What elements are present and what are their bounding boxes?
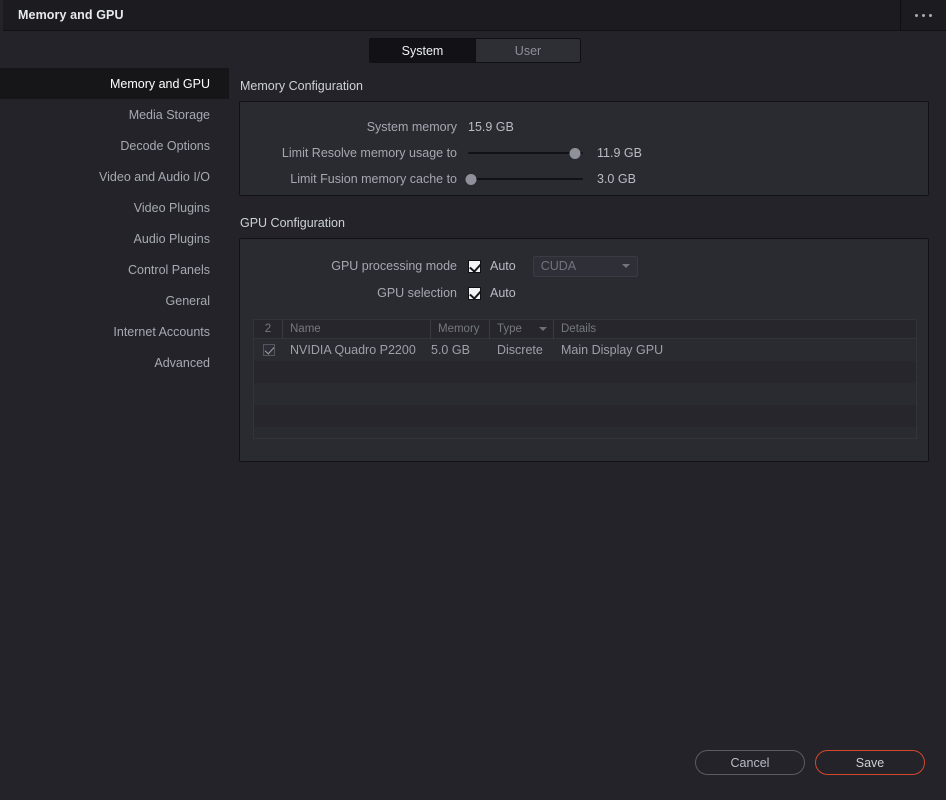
sort-chevron-down-icon	[539, 327, 547, 331]
gpu-table-header-type-label: Type	[497, 323, 522, 335]
ellipsis-dot	[922, 13, 925, 17]
chevron-down-icon	[621, 264, 630, 268]
tab-system[interactable]: System	[370, 39, 475, 62]
settings-content: Memory Configuration System memory 15.9 …	[229, 68, 946, 800]
sidebar-item-video-plugins[interactable]: Video Plugins	[0, 192, 229, 223]
table-row-empty	[254, 405, 916, 427]
slider-track	[468, 152, 583, 154]
fusion-memory-limit-row: Limit Fusion memory cache to 3.0 GB	[240, 166, 930, 192]
titlebar-left-edge	[0, 0, 3, 31]
gpu-row-name: NVIDIA Quadro P2200	[290, 343, 416, 357]
gpu-selection-row: GPU selection Auto	[240, 280, 930, 306]
system-memory-value: 15.9 GB	[468, 120, 514, 134]
gpu-selection-auto-checkbox[interactable]	[468, 286, 481, 300]
ellipsis-dot	[915, 13, 918, 17]
gpu-table-header-name[interactable]: Name	[283, 320, 431, 339]
gpu-configuration-panel: GPU processing mode Auto CUDA GPU select…	[239, 238, 929, 462]
gpu-table-header-type[interactable]: Type	[490, 320, 554, 339]
gpu-row-memory: 5.0 GB	[431, 343, 470, 357]
sidebar-item-video-and-audio-io[interactable]: Video and Audio I/O	[0, 161, 229, 192]
gpu-table-header-memory[interactable]: Memory	[431, 320, 490, 339]
gpu-table-header-details[interactable]: Details	[554, 320, 916, 339]
fusion-memory-limit-label: Limit Fusion memory cache to	[290, 172, 457, 186]
resolve-memory-slider[interactable]	[468, 146, 583, 160]
memory-configuration-title: Memory Configuration	[240, 79, 363, 93]
gpu-row-type: Discrete	[497, 343, 543, 357]
gpu-configuration-title: GPU Configuration	[240, 216, 345, 230]
slider-track	[468, 178, 583, 180]
table-row-empty	[254, 361, 916, 383]
gpu-table: 2 Name Memory Type Details NVIDIA Quadro…	[253, 319, 917, 439]
table-row-empty	[254, 427, 916, 438]
gpu-selection-auto-label: Auto	[490, 286, 516, 300]
resolve-memory-value: 11.9 GB	[597, 146, 642, 160]
sidebar-item-advanced[interactable]: Advanced	[0, 347, 229, 378]
tab-bar: System User	[0, 31, 946, 68]
table-row-empty	[254, 383, 916, 405]
resolve-memory-limit-label: Limit Resolve memory usage to	[281, 146, 457, 160]
ellipsis-dot	[929, 13, 932, 17]
fusion-memory-value: 3.0 GB	[597, 172, 636, 186]
settings-sidebar: Memory and GPU Media Storage Decode Opti…	[0, 68, 229, 800]
gpu-row-checkbox-cell[interactable]	[254, 339, 283, 361]
sidebar-item-media-storage[interactable]: Media Storage	[0, 99, 229, 130]
gpu-processing-mode-label: GPU processing mode	[331, 259, 457, 273]
gpu-processing-mode-row: GPU processing mode Auto CUDA	[240, 253, 930, 279]
slider-thumb[interactable]	[465, 173, 477, 185]
gpu-row-details: Main Display GPU	[561, 343, 664, 357]
window-titlebar: Memory and GPU	[0, 0, 946, 31]
gpu-selection-label: GPU selection	[377, 286, 457, 300]
sidebar-item-audio-plugins[interactable]: Audio Plugins	[0, 223, 229, 254]
sidebar-item-decode-options[interactable]: Decode Options	[0, 130, 229, 161]
gpu-processing-mode-auto-label: Auto	[490, 259, 516, 273]
slider-thumb[interactable]	[569, 147, 581, 159]
sidebar-item-general[interactable]: General	[0, 285, 229, 316]
fusion-memory-slider[interactable]	[465, 172, 583, 186]
gpu-row-checkbox[interactable]	[262, 344, 275, 356]
page-title: Memory and GPU	[18, 8, 124, 22]
system-memory-label: System memory	[366, 120, 457, 134]
memory-configuration-panel: System memory 15.9 GB Limit Resolve memo…	[239, 101, 929, 196]
sidebar-item-internet-accounts[interactable]: Internet Accounts	[0, 316, 229, 347]
dialog-footer: Cancel Save	[0, 732, 946, 800]
tab-user[interactable]: User	[475, 39, 580, 62]
ellipsis-icon[interactable]	[900, 0, 946, 31]
tab-group: System User	[369, 38, 581, 63]
resolve-memory-limit-row: Limit Resolve memory usage to 11.9 GB	[240, 140, 930, 166]
gpu-table-header: 2 Name Memory Type Details	[254, 320, 916, 339]
sidebar-item-memory-and-gpu[interactable]: Memory and GPU	[0, 68, 229, 99]
gpu-processing-mode-select-value: CUDA	[540, 259, 577, 273]
save-button[interactable]: Save	[815, 750, 925, 775]
gpu-processing-mode-auto-checkbox[interactable]	[468, 259, 481, 273]
table-row[interactable]: NVIDIA Quadro P2200 5.0 GB Discrete Main…	[254, 339, 916, 361]
gpu-processing-mode-select[interactable]: CUDA	[532, 255, 638, 277]
gpu-table-header-count[interactable]: 2	[254, 320, 283, 339]
cancel-button[interactable]: Cancel	[695, 750, 805, 775]
sidebar-item-control-panels[interactable]: Control Panels	[0, 254, 229, 285]
system-memory-row: System memory 15.9 GB	[240, 114, 930, 140]
